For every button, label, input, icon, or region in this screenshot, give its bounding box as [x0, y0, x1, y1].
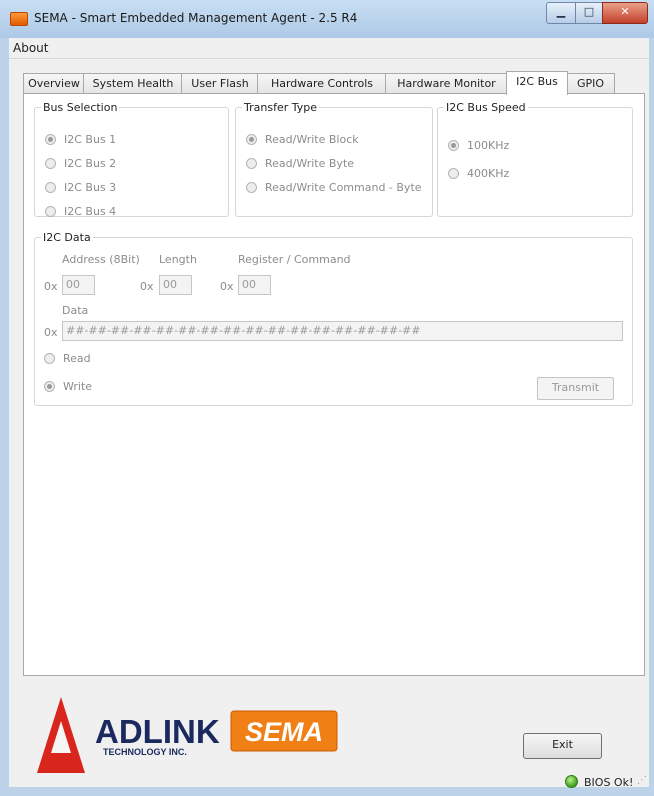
radio-selected-icon: [246, 134, 257, 145]
tab-i2c-bus[interactable]: I2C Bus: [506, 71, 568, 95]
bus-selection-title: Bus Selection: [43, 101, 118, 114]
radio-icon: [45, 158, 56, 169]
window-title: SEMA - Smart Embedded Management Agent -…: [34, 11, 358, 25]
register-label: Register / Command: [238, 253, 351, 266]
sema-badge: SEMA: [230, 710, 338, 752]
maximize-button[interactable]: □: [575, 2, 603, 24]
register-hex-prefix: 0x: [220, 280, 234, 293]
resize-grip-icon[interactable]: ⋰: [637, 775, 647, 787]
radio-icon: [44, 353, 55, 364]
register-input[interactable]: 00: [238, 275, 271, 295]
radio-icon: [45, 182, 56, 193]
app-icon: [10, 12, 28, 26]
tab-overview[interactable]: Overview: [23, 73, 85, 94]
transfer-type-group: Transfer Type Read/Write Block Read/Writ…: [235, 101, 433, 217]
sema-wordmark: SEMA: [245, 717, 323, 747]
adlink-subtitle: TECHNOLOGY INC.: [103, 747, 187, 757]
tab-hardware-monitor[interactable]: Hardware Monitor: [385, 73, 508, 94]
address-label: Address (8Bit): [62, 253, 140, 266]
i2c-data-group: I2C Data Address (8Bit) Length Register …: [34, 231, 633, 406]
i2c-bus-panel: Bus Selection I2C Bus 1 I2C Bus 2 I2C Bu…: [23, 93, 645, 676]
radio-selected-icon: [45, 134, 56, 145]
tab-gpio[interactable]: GPIO: [566, 73, 615, 94]
length-input[interactable]: 00: [159, 275, 192, 295]
data-hex-prefix: 0x: [44, 326, 58, 339]
tab-system-health[interactable]: System Health: [83, 73, 183, 94]
data-label: Data: [62, 304, 89, 317]
transmit-button[interactable]: Transmit: [537, 377, 614, 400]
tab-user-flash[interactable]: User Flash: [181, 73, 259, 94]
status-ok-icon: [565, 775, 578, 788]
exit-button[interactable]: Exit: [523, 733, 602, 759]
title-bar: SEMA - Smart Embedded Management Agent -…: [0, 0, 654, 38]
menu-bar: About: [9, 38, 649, 59]
menu-about[interactable]: About: [13, 41, 48, 55]
radio-icon: [448, 168, 459, 179]
minimize-button[interactable]: ▁: [546, 2, 576, 24]
adlink-wordmark: ADLINK: [95, 713, 220, 750]
bus-selection-group: Bus Selection I2C Bus 1 I2C Bus 2 I2C Bu…: [34, 101, 229, 218]
radio-icon: [246, 182, 257, 193]
length-hex-prefix: 0x: [140, 280, 154, 293]
address-hex-prefix: 0x: [44, 280, 58, 293]
bus-speed-title: I2C Bus Speed: [446, 101, 526, 114]
tab-hardware-controls[interactable]: Hardware Controls: [257, 73, 387, 94]
length-label: Length: [159, 253, 197, 266]
data-input[interactable]: ##-##-##-##-##-##-##-##-##-##-##-##-##-#…: [62, 321, 623, 341]
radio-icon: [246, 158, 257, 169]
address-input[interactable]: 00: [62, 275, 95, 295]
client-area: Overview System Health User Flash Hardwa…: [9, 59, 649, 789]
transfer-type-title: Transfer Type: [244, 101, 317, 114]
bus-speed-group: I2C Bus Speed 100KHz 400KHz: [437, 101, 633, 217]
status-text: BIOS Ok!: [584, 776, 634, 789]
adlink-sema-logo: ADLINK TECHNOLOGY INC. SEMA: [37, 697, 338, 773]
close-button[interactable]: ✕: [602, 2, 648, 24]
radio-icon: [45, 206, 56, 217]
radio-selected-icon: [448, 140, 459, 151]
radio-selected-icon: [44, 381, 55, 392]
i2c-data-title: I2C Data: [43, 231, 91, 244]
